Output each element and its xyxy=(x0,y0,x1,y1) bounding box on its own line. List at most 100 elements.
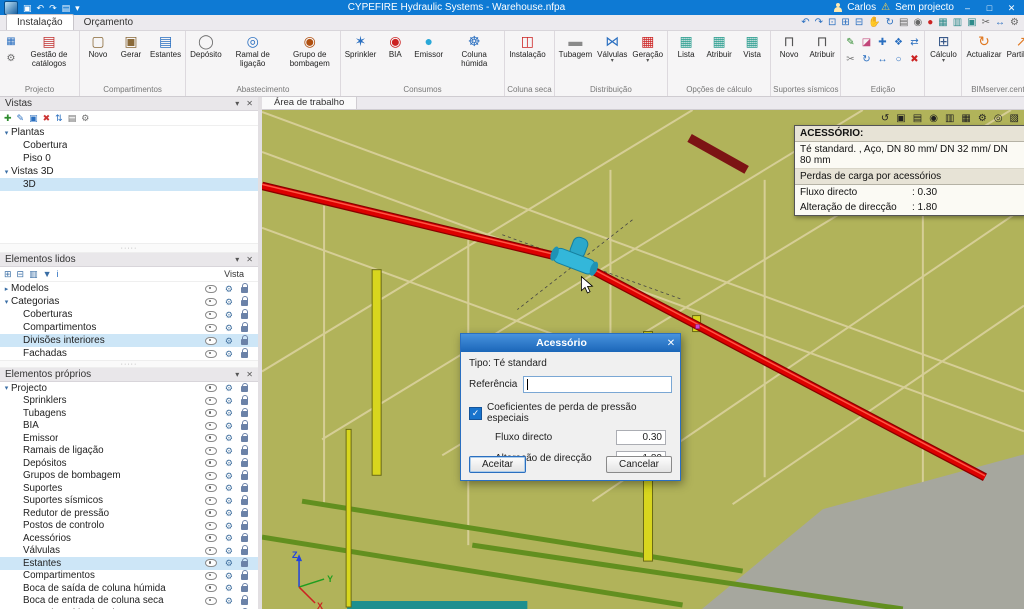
ribbon-button-geracao[interactable]: ▦ Geração ▾ xyxy=(630,32,665,65)
app-icon[interactable] xyxy=(4,0,18,15)
ribbon-button-ramal-de-ligacao[interactable]: ◎ Ramal de ligação xyxy=(225,32,281,69)
settings-gear-icon[interactable]: ⚙ xyxy=(225,433,233,443)
tree-item-modelos[interactable]: ▸ Modelos ⚙ xyxy=(0,282,258,295)
tree-item-projecto[interactable]: ▾ Projecto ⚙ xyxy=(0,382,258,395)
collapse-panel-icon[interactable]: ▾ xyxy=(235,99,239,108)
settings-gear-icon[interactable]: ⚙ xyxy=(225,349,233,359)
close-panel-icon[interactable]: ✕ xyxy=(246,370,253,379)
tree-item-compartimentos[interactable]: Compartimentos ⚙ xyxy=(0,570,258,583)
lock-icon[interactable] xyxy=(241,309,248,319)
ribbon-button-novo[interactable]: ▢ Novo xyxy=(82,32,114,60)
edit-icon[interactable]: ✎ xyxy=(843,36,857,49)
visibility-eye-icon[interactable] xyxy=(204,596,217,605)
aceitar-button[interactable]: Aceitar xyxy=(469,456,527,473)
visibility-eye-icon[interactable] xyxy=(204,521,217,530)
lock-icon[interactable] xyxy=(241,470,248,480)
ribbon-button-estantes[interactable]: ▤ Estantes xyxy=(148,32,183,60)
print-icon[interactable]: ▤ xyxy=(62,2,71,14)
appearance-icon[interactable]: ▧ xyxy=(1010,113,1019,125)
visibility-eye-icon[interactable] xyxy=(204,323,217,332)
display-options-icon[interactable]: ⚙ xyxy=(978,113,987,125)
settings-gear-icon[interactable]: ⚙ xyxy=(225,310,233,320)
ribbon-button-instalacao[interactable]: ◫ Instalação xyxy=(507,32,547,60)
visibility-eye-icon[interactable] xyxy=(204,384,217,393)
ribbon-button-tubagem[interactable]: ▬ Tubagem xyxy=(557,32,595,60)
ribbon-button-gestao-de-catalogos[interactable]: ▤ Gestão de catálogos xyxy=(21,32,77,69)
zoom-extents-icon[interactable]: ⊞ xyxy=(841,16,849,30)
tree-item-redutor-de-pressao[interactable]: Redutor de pressão ⚙ xyxy=(0,507,258,520)
settings-gear-icon[interactable]: ⚙ xyxy=(225,297,233,307)
save-icon[interactable]: ▣ xyxy=(23,2,32,14)
visibility-eye-icon[interactable] xyxy=(204,459,217,468)
visibility-eye-icon[interactable] xyxy=(204,584,217,593)
collapse-all-icon[interactable]: ⊟ xyxy=(17,268,25,281)
tree-item-fachadas[interactable]: Fachadas ⚙ xyxy=(0,347,258,360)
ribbon-button-actualizar[interactable]: ↻ Actualizar xyxy=(964,32,1003,60)
settings-gear-icon[interactable]: ⚙ xyxy=(225,383,233,393)
visibility-eye-icon[interactable] xyxy=(204,336,217,345)
stretch-icon[interactable]: ↔ xyxy=(875,53,889,66)
panel-splitter[interactable]: ····· xyxy=(0,243,258,253)
close-panel-icon[interactable]: ✕ xyxy=(246,255,253,264)
tab-orcamento[interactable]: Orçamento xyxy=(74,15,143,30)
lock-icon[interactable] xyxy=(241,495,248,505)
visibility-eye-icon[interactable] xyxy=(204,446,217,455)
info-icon[interactable]: i xyxy=(57,268,59,281)
project-options-icon[interactable]: ⚙ xyxy=(4,52,18,65)
visibility-eye-icon[interactable] xyxy=(204,471,217,480)
expander-icon[interactable]: ▾ xyxy=(2,129,11,137)
minimize-button[interactable]: – xyxy=(959,1,976,15)
rotate-icon[interactable]: ↻ xyxy=(859,53,873,66)
tree-item-emissor[interactable]: Emissor ⚙ xyxy=(0,432,258,445)
orbit-icon[interactable]: ↺ xyxy=(881,113,889,125)
copy-icon[interactable]: ❖ xyxy=(891,36,905,49)
capture-icon[interactable]: ◉ xyxy=(914,16,923,30)
ribbon-button-lista[interactable]: ▦ Lista xyxy=(670,32,702,60)
annotations-icon[interactable]: ▥ xyxy=(945,113,954,125)
settings-icon[interactable]: ⚙ xyxy=(1010,16,1019,30)
lock-icon[interactable] xyxy=(241,322,248,332)
workspace-tab-area-de-trabalho[interactable]: Área de trabalho xyxy=(262,97,358,109)
tree-item-sprinklers[interactable]: Sprinklers ⚙ xyxy=(0,395,258,408)
layers-icon[interactable]: ▥ xyxy=(953,16,962,30)
coef-checkbox[interactable]: ✓ xyxy=(469,406,482,420)
maximize-button[interactable]: □ xyxy=(981,1,998,15)
lock-icon[interactable] xyxy=(241,445,248,455)
print-view-icon[interactable]: ▤ xyxy=(913,113,922,125)
tree-item-ramais-de-ligacao[interactable]: Ramais de ligação ⚙ xyxy=(0,445,258,458)
views-panel-icon[interactable]: ▣ xyxy=(896,113,905,125)
ribbon-button-emissor[interactable]: ● Emissor xyxy=(412,32,445,60)
tree-item-plantas[interactable]: ▾ Plantas xyxy=(0,126,258,139)
lock-icon[interactable] xyxy=(241,557,248,568)
tree-item-compartimentos[interactable]: Compartimentos ⚙ xyxy=(0,321,258,334)
ribbon-button-calculo[interactable]: ⊞ Cálculo ▾ xyxy=(927,32,959,65)
measure-icon[interactable]: ↔ xyxy=(995,16,1005,30)
settings-gear-icon[interactable]: ⚙ xyxy=(225,458,233,468)
visibility-eye-icon[interactable] xyxy=(204,496,217,505)
project-status[interactable]: Sem projecto xyxy=(895,2,954,13)
settings-gear-icon[interactable]: ⚙ xyxy=(225,446,233,456)
ribbon-button-deposito[interactable]: ◯ Depósito xyxy=(188,32,224,60)
visibility-icon[interactable]: ◎ xyxy=(994,113,1003,125)
settings-gear-icon[interactable]: ⚙ xyxy=(225,571,233,581)
settings-gear-icon[interactable]: ⚙ xyxy=(225,336,233,346)
lock-icon[interactable] xyxy=(241,570,248,580)
tree-item-acessorios[interactable]: Acessórios ⚙ xyxy=(0,532,258,545)
project-data-icon[interactable]: ▦ xyxy=(4,35,18,48)
visibility-eye-icon[interactable] xyxy=(204,284,217,293)
view-config-icon[interactable]: ⚙ xyxy=(81,112,89,125)
erase-icon[interactable]: ◪ xyxy=(859,36,873,49)
shadows-icon[interactable]: ◉ xyxy=(929,113,938,125)
ribbon-button-gerar[interactable]: ▣ Gerar xyxy=(115,32,147,60)
visibility-eye-icon[interactable] xyxy=(204,559,217,568)
expander-icon[interactable]: ▾ xyxy=(2,168,11,176)
visibility-eye-icon[interactable] xyxy=(204,421,217,430)
collapse-panel-icon[interactable]: ▾ xyxy=(235,255,239,264)
tree-item-estantes[interactable]: Estantes ⚙ xyxy=(0,557,258,570)
field-input[interactable]: 0.30 xyxy=(616,430,666,445)
tree-item-suportes[interactable]: Suportes ⚙ xyxy=(0,482,258,495)
settings-gear-icon[interactable]: ⚙ xyxy=(225,546,233,556)
lock-icon[interactable] xyxy=(241,520,248,530)
lock-icon[interactable] xyxy=(241,595,248,605)
redo-icon[interactable]: ↷ xyxy=(49,2,57,14)
